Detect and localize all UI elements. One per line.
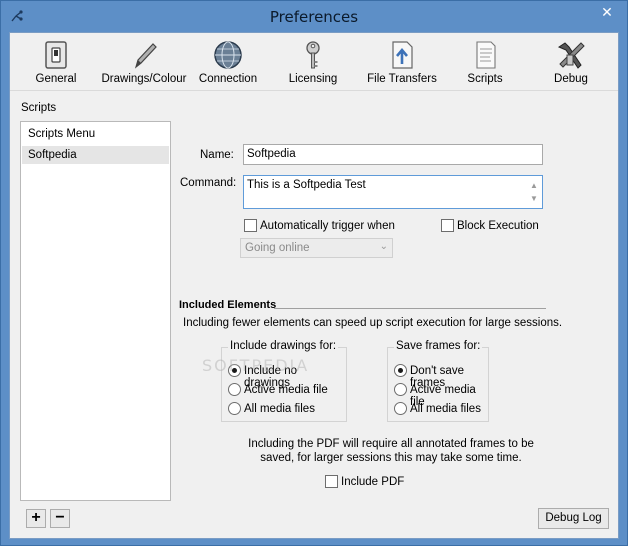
radio-frames-active-media[interactable] (394, 383, 407, 396)
title-bar[interactable]: Preferences ✕ (1, 1, 627, 32)
radio-drawings-active-media[interactable] (228, 383, 241, 396)
scripts-list[interactable]: Scripts Menu Softpedia (20, 121, 171, 501)
debug-log-button[interactable]: Debug Log (538, 508, 609, 529)
script-icon (476, 41, 496, 69)
scripts-section-label: Scripts (21, 102, 57, 114)
tab-debug-label: Debug (554, 73, 588, 85)
list-item-softpedia[interactable]: Softpedia (22, 146, 169, 164)
remove-script-button[interactable]: − (50, 509, 70, 528)
command-label: Command: (180, 177, 237, 189)
tab-scripts[interactable]: Scripts (460, 37, 510, 89)
tab-file-transfers-label: File Transfers (367, 73, 437, 85)
watermark: SOFTPEDIA (202, 356, 310, 375)
included-elements-heading: Included Elements (179, 299, 277, 311)
command-field[interactable]: This is a Softpedia Test ▲ ▼ (243, 175, 543, 209)
frames-group: Save frames for: Don't save frames Activ… (387, 340, 489, 422)
radio-drawings-active-media-label: Active media file (244, 384, 328, 396)
radio-drawings-all-media-label: All media files (244, 403, 315, 415)
tools-icon (557, 42, 585, 69)
switch-icon (45, 41, 67, 69)
block-execution-checkbox[interactable] (441, 219, 454, 232)
include-pdf-checkbox[interactable] (325, 475, 338, 488)
radio-frames-all-media[interactable] (394, 402, 407, 415)
close-button[interactable]: ✕ (593, 2, 621, 22)
upload-file-icon (392, 41, 413, 69)
script-details-panel: Name: Softpedia Command: This is a Softp… (171, 121, 611, 501)
globe-icon (214, 41, 242, 69)
add-script-button[interactable]: + (26, 509, 46, 528)
tab-scripts-label: Scripts (467, 73, 503, 85)
tab-licensing[interactable]: Licensing (282, 37, 344, 89)
tab-general[interactable]: General (30, 37, 82, 89)
list-item-scripts-menu[interactable]: Scripts Menu (22, 125, 169, 143)
radio-dont-save-frames[interactable] (394, 364, 407, 377)
auto-trigger-label: Automatically trigger when (260, 220, 395, 232)
name-label: Name: (200, 149, 234, 161)
tab-file-transfers[interactable]: File Transfers (362, 37, 442, 89)
pdf-note-line-1: Including the PDF will require all annot… (248, 438, 534, 450)
included-elements-description: Including fewer elements can speed up sc… (183, 317, 563, 329)
heading-divider (274, 308, 546, 309)
preferences-window: Preferences ✕ General Drawings/Colour Co… (0, 0, 628, 546)
drawings-group-title: Include drawings for: (228, 340, 339, 352)
close-icon: ✕ (601, 4, 613, 20)
chevron-down-icon: ⌄ (379, 241, 388, 252)
trigger-event-value: Going online (245, 242, 310, 254)
trigger-event-dropdown[interactable]: Going online ⌄ (240, 238, 393, 258)
auto-trigger-checkbox[interactable] (244, 219, 257, 232)
tab-drawings-colour[interactable]: Drawings/Colour (98, 37, 190, 89)
command-text: This is a Softpedia Test (247, 179, 366, 191)
tab-general-label: General (35, 73, 77, 85)
include-pdf-label: Include PDF (341, 476, 405, 488)
name-field[interactable]: Softpedia (243, 144, 543, 165)
preferences-toolbar: General Drawings/Colour Connection Licen… (10, 33, 618, 91)
pdf-note-line-2: saved, for larger sessions this may take… (260, 452, 522, 464)
tab-licensing-label: Licensing (288, 73, 338, 85)
key-icon (306, 41, 320, 69)
tab-connection[interactable]: Connection (196, 37, 260, 89)
tab-connection-label: Connection (198, 73, 258, 85)
tab-debug[interactable]: Debug (546, 37, 596, 89)
command-scroll-arrows[interactable]: ▲ ▼ (529, 179, 539, 205)
pencil-icon (134, 43, 157, 69)
tab-drawings-colour-label: Drawings/Colour (101, 73, 187, 85)
block-execution-label: Block Execution (457, 220, 539, 232)
radio-frames-all-media-label: All media files (410, 403, 481, 415)
window-title: Preferences (269, 8, 359, 26)
frames-group-title: Save frames for: (394, 340, 483, 352)
radio-drawings-all-media[interactable] (228, 402, 241, 415)
preferences-content: General Drawings/Colour Connection Licen… (9, 32, 619, 539)
